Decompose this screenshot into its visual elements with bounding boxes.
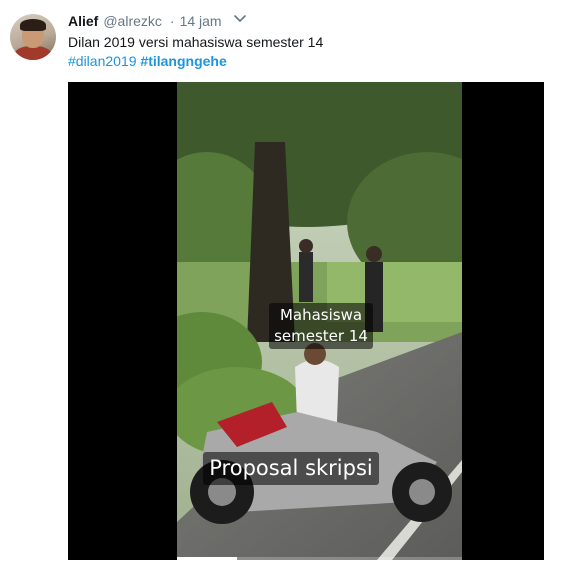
tweet-timestamp[interactable]: 14 jam: [180, 13, 222, 29]
caption-line: Mahasiswa: [279, 306, 363, 324]
video-progress-bar[interactable]: [177, 557, 462, 560]
tweet-text: Dilan 2019 versi mahasiswa semester 14: [68, 34, 324, 50]
video-caption-top: Mahasiswa semester 14: [269, 303, 373, 349]
chevron-down-icon[interactable]: [233, 14, 247, 24]
video-frame[interactable]: Mahasiswa semester 14 Proposal skripsi: [177, 82, 462, 560]
video-player[interactable]: Mahasiswa semester 14 Proposal skripsi: [68, 82, 544, 560]
hashtag-link[interactable]: #tilangngehe: [140, 53, 226, 69]
separator-dot: ·: [169, 13, 175, 29]
tweet-header: Alief @alrezkc · 14 jam: [68, 11, 222, 31]
author-handle[interactable]: @alrezkc: [103, 13, 162, 29]
avatar[interactable]: [10, 14, 56, 60]
video-progress-fill: [177, 557, 237, 560]
video-caption-bottom: Proposal skripsi: [203, 452, 379, 485]
author-name[interactable]: Alief: [68, 13, 98, 29]
hashtag-link[interactable]: #dilan2019: [68, 53, 137, 69]
caption-line: semester 14: [274, 327, 368, 345]
tweet-hashtags: #dilan2019 #tilangngehe: [68, 52, 227, 71]
tweet: Alief @alrezkc · 14 jam Dilan 2019 versi…: [0, 0, 573, 561]
